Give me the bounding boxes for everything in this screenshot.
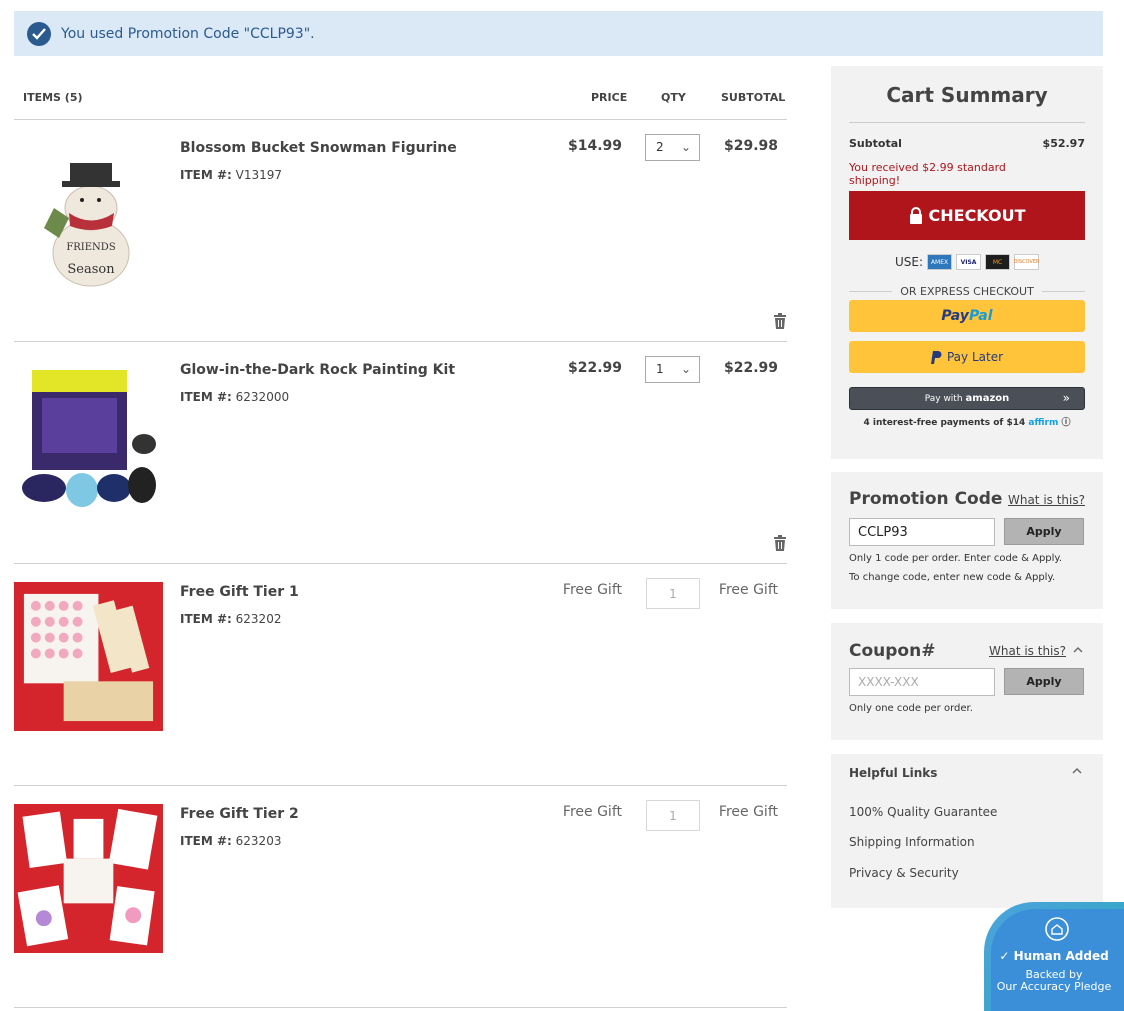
chevron-up-icon[interactable] (1072, 766, 1082, 776)
price-header: PRICE (591, 91, 628, 104)
promo-note-2: To change code, enter new code & Apply. (849, 572, 1056, 583)
amazon-pay-button[interactable]: Pay with amazon » (849, 387, 1085, 410)
snowman-figurine-image[interactable]: FRIENDS Season (14, 138, 164, 288)
item-number: ITEM #: V13197 (180, 168, 283, 182)
promo-code-input[interactable]: CCLP93 (849, 518, 995, 546)
paypal-pay-later-button[interactable]: Pay Later (849, 341, 1085, 373)
free-gift-tier-1-image[interactable] (14, 582, 163, 731)
item-number: ITEM #: 623202 (180, 612, 282, 626)
cart-summary-title: Cart Summary (886, 83, 1048, 107)
product-name[interactable]: Glow-in-the-Dark Rock Painting Kit (180, 362, 455, 378)
mastercard-card-icon: MC (985, 254, 1011, 270)
chevron-down-icon: ⌄ (680, 140, 691, 154)
item-subtotal: Free Gift (718, 804, 778, 820)
item-price: Free Gift (562, 582, 622, 598)
svg-text:Season: Season (67, 262, 115, 277)
qty-header: QTY (661, 91, 686, 104)
coupon-title: Coupon# (849, 641, 936, 661)
table-row: Free Gift Tier 2 ITEM #: 623203 Free Gif… (14, 786, 787, 1008)
item-subtotal: $22.99 (723, 360, 778, 376)
home-shield-icon (1045, 917, 1069, 941)
trash-icon[interactable] (773, 535, 787, 551)
promo-what-is-this-link[interactable]: What is this? (1008, 493, 1085, 507)
item-number: ITEM #: 623203 (180, 834, 282, 848)
cart-summary-panel: Cart Summary Subtotal $52.97 You receive… (831, 66, 1103, 459)
amex-card-icon: AMEX (927, 254, 953, 270)
coupon-panel: Coupon# What is this? XXXX-XXX Apply Onl… (831, 623, 1103, 740)
quantity-select[interactable]: 1 ⌄ (645, 356, 700, 383)
badge-subtitle: Backed by Our Accuracy Pledge (996, 968, 1112, 993)
checkout-button[interactable]: CHECKOUT (849, 191, 1085, 240)
promo-apply-button[interactable]: Apply (1004, 518, 1084, 545)
product-name[interactable]: Free Gift Tier 1 (180, 584, 299, 600)
svg-text:FRIENDS: FRIENDS (66, 242, 115, 253)
item-price: Free Gift (562, 804, 622, 820)
product-name[interactable]: Blossom Bucket Snowman Figurine (180, 140, 457, 156)
table-row: Free Gift Tier 1 ITEM #: 623202 Free Gif… (14, 564, 787, 786)
table-row: Glow-in-the-Dark Rock Painting Kit ITEM … (14, 342, 787, 564)
info-icon[interactable]: ⓘ (1061, 418, 1070, 428)
subtotal-label: Subtotal (849, 137, 902, 150)
promotion-code-title: Promotion Code (849, 489, 1003, 509)
divider (849, 122, 1085, 123)
coupon-what-is-this-link[interactable]: What is this? (989, 644, 1066, 658)
human-added-badge[interactable]: ✓ Human Added Backed by Our Accuracy Pled… (984, 902, 1124, 1011)
item-subtotal: $29.98 (723, 138, 778, 154)
promo-applied-banner: You used Promotion Code "CCLP93". (14, 11, 1103, 56)
checkout-label: CHECKOUT (928, 206, 1026, 225)
cart-header: ITEMS (5) PRICE QTY SUBTOTAL (14, 70, 787, 120)
double-chevron-right-icon: » (1062, 391, 1070, 405)
item-price: $14.99 (567, 138, 622, 154)
shipping-information-link[interactable]: Shipping Information (849, 835, 975, 849)
trash-icon[interactable] (773, 313, 787, 329)
paypal-icon (930, 350, 942, 364)
product-name[interactable]: Free Gift Tier 2 (180, 806, 299, 822)
quantity-field-disabled: 1 (646, 578, 700, 609)
coupon-note: Only one code per order. (849, 703, 973, 714)
checkmark-icon (27, 21, 51, 46)
quantity-select[interactable]: 2 ⌄ (645, 134, 700, 161)
subtotal-header: SUBTOTAL (721, 91, 786, 104)
cart-table: ITEMS (5) PRICE QTY SUBTOTAL FRIENDS Sea… (14, 70, 787, 1008)
lock-icon (909, 207, 922, 224)
chevron-up-icon[interactable] (1073, 645, 1083, 655)
privacy-security-link[interactable]: Privacy & Security (849, 866, 959, 880)
free-gift-tier-2-image[interactable] (14, 804, 163, 953)
promotion-code-panel: Promotion Code What is this? CCLP93 Appl… (831, 472, 1103, 609)
item-subtotal: Free Gift (718, 582, 778, 598)
shipping-note: You received $2.99 standard shipping! (849, 161, 1006, 187)
rock-painting-kit-image[interactable] (14, 360, 164, 510)
coupon-apply-button[interactable]: Apply (1004, 668, 1084, 695)
quality-guarantee-link[interactable]: 100% Quality Guarantee (849, 805, 997, 819)
helpful-links-title: Helpful Links (849, 766, 938, 780)
chevron-down-icon: ⌄ (680, 362, 691, 376)
affirm-message[interactable]: 4 interest-free payments of $14 affirm ⓘ (831, 415, 1103, 428)
quantity-field-disabled: 1 (646, 800, 700, 831)
table-row: FRIENDS Season Blossom Bucket Snowman Fi… (14, 120, 787, 342)
helpful-links-panel: Helpful Links 100% Quality Guarantee Shi… (831, 754, 1103, 908)
express-checkout-divider: OR EXPRESS CHECKOUT (849, 284, 1086, 298)
subtotal-value: $52.97 (1042, 137, 1085, 150)
check-circle-icon: ✓ (999, 949, 1010, 963)
visa-card-icon: VISA (956, 254, 982, 270)
coupon-input[interactable]: XXXX-XXX (849, 668, 995, 696)
promo-note-1: Only 1 code per order. Enter code & Appl… (849, 553, 1063, 564)
badge-title: ✓ Human Added (999, 949, 1109, 963)
accepted-cards: USE: AMEX VISA MC DISCOVER (831, 254, 1103, 270)
use-label: USE: (894, 255, 924, 269)
discover-card-icon: DISCOVER (1014, 254, 1039, 270)
items-header: ITEMS (5) (23, 91, 83, 104)
banner-message: You used Promotion Code "CCLP93". (61, 25, 315, 42)
item-number: ITEM #: 6232000 (180, 390, 290, 404)
item-price: $22.99 (567, 360, 622, 376)
paypal-button[interactable]: Pay Pal (849, 300, 1085, 332)
